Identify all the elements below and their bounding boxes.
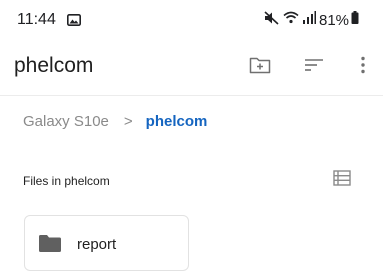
- folder-name: report: [77, 236, 117, 253]
- signal-icon: [302, 11, 316, 29]
- folder-card-report[interactable]: report: [24, 215, 189, 271]
- more-options-button[interactable]: [349, 53, 377, 81]
- more-vert-icon: [360, 56, 366, 79]
- breadcrumb-separator: >: [123, 112, 133, 130]
- list-view-icon: [333, 169, 351, 191]
- breadcrumb-current[interactable]: phelcom: [146, 113, 208, 130]
- wifi-icon: [283, 11, 299, 29]
- sort-button[interactable]: [300, 53, 328, 81]
- new-folder-icon: [249, 56, 271, 79]
- battery-icon: [351, 11, 359, 29]
- battery-percent: 81%: [319, 11, 350, 29]
- app-bar-divider: [0, 95, 383, 96]
- section-label: Files in phelcom: [23, 174, 110, 188]
- status-indicators: 81%: [264, 10, 362, 30]
- sort-icon: [304, 57, 324, 78]
- breadcrumb-root[interactable]: Galaxy S10e: [23, 113, 109, 130]
- image-notification-icon: [67, 13, 81, 31]
- mute-icon: [264, 10, 280, 30]
- view-toggle-button[interactable]: [330, 168, 354, 192]
- status-time: 11:44: [17, 11, 56, 28]
- app-bar: phelcom: [0, 44, 383, 94]
- new-folder-button[interactable]: [246, 53, 274, 81]
- app-title: phelcom: [14, 54, 94, 77]
- folder-icon: [39, 235, 61, 257]
- status-bar: 11:44 81%: [0, 0, 383, 40]
- breadcrumb: Galaxy S10e > phelcom: [23, 111, 207, 131]
